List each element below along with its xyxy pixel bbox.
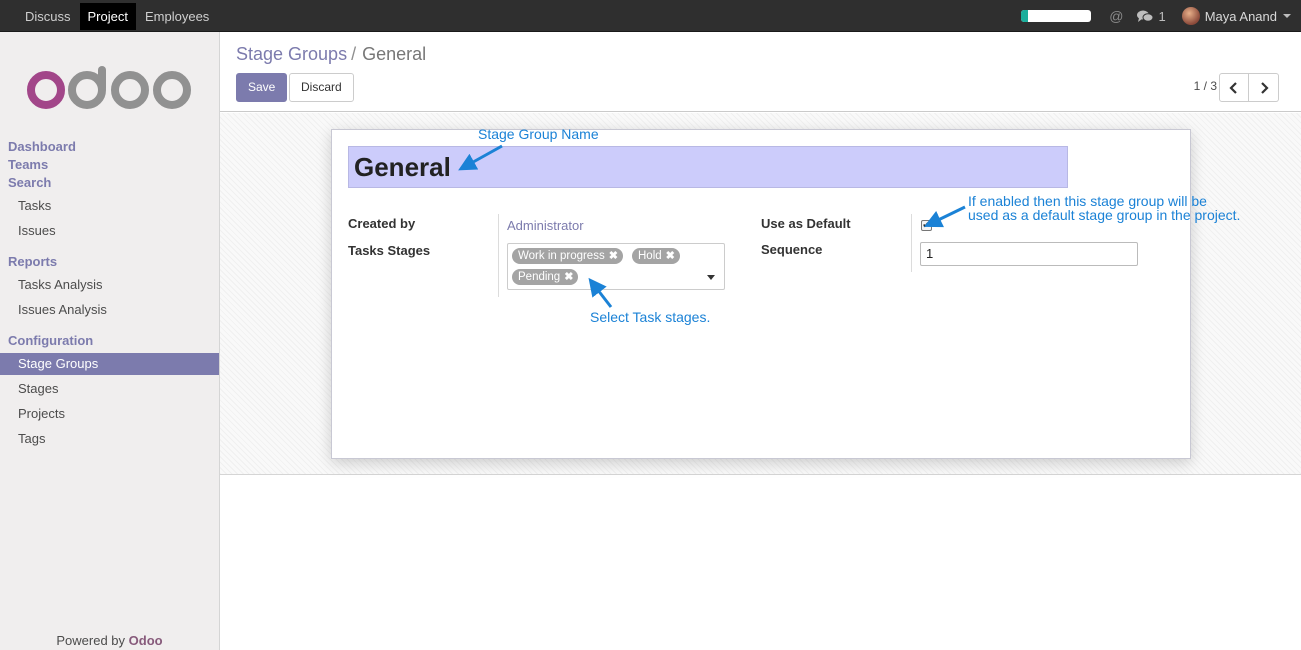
- sidebar-dashboard[interactable]: Dashboard: [8, 139, 76, 154]
- sidebar-reports-header[interactable]: Reports: [8, 254, 57, 269]
- sidebar-configuration-header[interactable]: Configuration: [8, 333, 93, 348]
- stage-tag-label: Pending: [518, 271, 561, 283]
- menu-project[interactable]: Project: [79, 2, 136, 30]
- breadcrumb-stage-groups[interactable]: Stage Groups: [236, 44, 347, 64]
- tasks-stages-label: Tasks Stages: [348, 243, 431, 258]
- remove-tag-icon[interactable]: ✖: [609, 250, 618, 262]
- stage-group-name-field[interactable]: General: [348, 146, 1068, 188]
- created-by-label: Created by: [348, 216, 416, 231]
- sidebar-item-stages[interactable]: Stages: [0, 378, 219, 400]
- form-view: General Created by Tasks Stages Administ…: [220, 113, 1301, 475]
- menu-discuss[interactable]: Discuss: [17, 3, 79, 30]
- messages-count: 1: [1158, 8, 1166, 24]
- powered-by-label: Powered by: [56, 633, 126, 648]
- chevron-left-icon: [1229, 81, 1237, 94]
- stage-tag: Pending ✖: [512, 269, 579, 285]
- powered-by-link[interactable]: Odoo: [129, 633, 163, 648]
- stage-tag-label: Hold: [638, 250, 662, 262]
- progress-fill: [1021, 10, 1029, 22]
- app-menu: Discuss Project Employees: [17, 0, 218, 32]
- sidebar-item-issues-analysis[interactable]: Issues Analysis: [0, 299, 219, 321]
- menu-employees[interactable]: Employees: [137, 3, 217, 30]
- form-sheet: General Created by Tasks Stages Administ…: [331, 129, 1191, 459]
- sidebar-item-tags[interactable]: Tags: [0, 428, 219, 450]
- sidebar-item-projects[interactable]: Projects: [0, 403, 219, 425]
- pager-next-button[interactable]: [1249, 73, 1279, 102]
- mentions-icon[interactable]: @: [1109, 8, 1123, 24]
- sidebar-item-issues[interactable]: Issues: [0, 220, 219, 242]
- chat-icon: [1137, 10, 1154, 22]
- top-navbar: Discuss Project Employees @ 1 Maya Anand: [0, 0, 1301, 32]
- created-by-value[interactable]: Administrator: [507, 218, 584, 233]
- messages-button[interactable]: 1: [1137, 8, 1166, 24]
- tasks-stages-field[interactable]: Work in progress ✖ Hold ✖ Pending ✖: [507, 243, 725, 290]
- sidebar-search[interactable]: Search: [8, 175, 51, 190]
- remove-tag-icon[interactable]: ✖: [564, 271, 573, 283]
- chevron-right-icon: [1260, 81, 1269, 94]
- sidebar-item-stage-groups[interactable]: Stage Groups: [0, 353, 219, 375]
- powered-by: Powered by Odoo: [0, 633, 219, 648]
- discard-button[interactable]: Discard: [289, 73, 354, 102]
- divider: [911, 214, 912, 272]
- progress-bar[interactable]: [1021, 10, 1092, 22]
- user-menu[interactable]: Maya Anand: [1181, 7, 1291, 25]
- save-button[interactable]: Save: [236, 73, 288, 102]
- use-as-default-checkbox[interactable]: ✔: [921, 220, 932, 231]
- systray: @ 1 Maya Anand: [1021, 0, 1291, 32]
- odoo-logo: [27, 66, 191, 109]
- annotation-name: Stage Group Name: [478, 126, 599, 142]
- sequence-label: Sequence: [761, 242, 823, 257]
- user-name: Maya Anand: [1204, 8, 1277, 24]
- control-panel: Stage Groups / General Save Discard 1 / 3: [220, 32, 1301, 112]
- pager-previous-button[interactable]: [1219, 73, 1249, 102]
- breadcrumb-separator: /: [351, 44, 357, 64]
- breadcrumb: Stage Groups / General: [236, 44, 426, 65]
- stage-tag-label: Work in progress: [518, 250, 605, 262]
- stage-tag: Hold ✖: [632, 248, 680, 264]
- sequence-input[interactable]: 1: [920, 242, 1138, 266]
- annotation-default-line1: If enabled then this stage group will be: [968, 193, 1207, 209]
- annotation-default-line2: used as a default stage group in the pro…: [968, 207, 1241, 223]
- pager-value[interactable]: 1 / 3: [1194, 79, 1217, 93]
- sidebar-item-tasks-analysis[interactable]: Tasks Analysis: [0, 274, 219, 296]
- sidebar: Dashboard Teams Search Tasks Issues Repo…: [0, 32, 220, 650]
- divider: [498, 214, 499, 297]
- stage-tag: Work in progress ✖: [512, 248, 623, 264]
- sidebar-teams[interactable]: Teams: [8, 157, 48, 172]
- avatar: [1181, 7, 1200, 25]
- remove-tag-icon[interactable]: ✖: [666, 250, 675, 262]
- breadcrumb-current: General: [362, 44, 427, 64]
- dropdown-caret-icon[interactable]: [707, 275, 715, 280]
- annotation-stages: Select Task stages.: [590, 309, 711, 325]
- use-as-default-label: Use as Default: [761, 216, 851, 231]
- chevron-down-icon: [1283, 14, 1291, 18]
- sidebar-item-tasks[interactable]: Tasks: [0, 195, 219, 217]
